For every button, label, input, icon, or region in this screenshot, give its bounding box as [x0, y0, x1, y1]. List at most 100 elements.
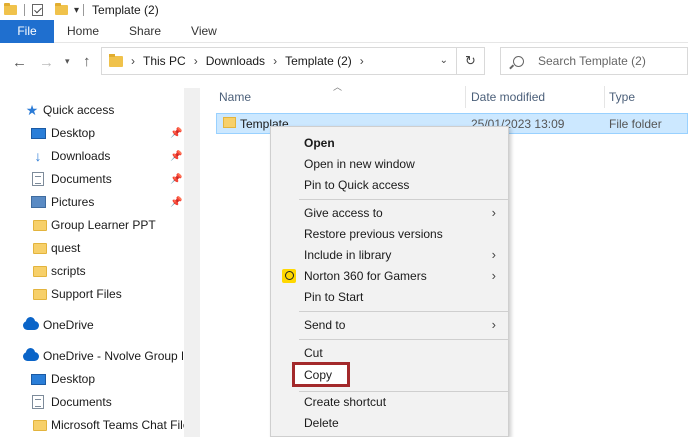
- column-divider[interactable]: [604, 86, 605, 108]
- column-header-date[interactable]: Date modified: [471, 90, 545, 104]
- nav-item-quest[interactable]: quest: [33, 238, 80, 258]
- search-input[interactable]: Search Template (2): [500, 47, 688, 75]
- nav-item-support-files[interactable]: Support Files: [33, 284, 122, 304]
- nav-item-pictures[interactable]: Pictures: [31, 192, 94, 212]
- menu-separator: [299, 339, 508, 340]
- context-menu: Open Open in new window Pin to Quick acc…: [270, 126, 509, 437]
- cloud-icon: [23, 347, 39, 361]
- folder-icon: [33, 242, 47, 254]
- breadcrumb-downloads[interactable]: Downloads: [206, 54, 265, 68]
- navigation-scrollbar[interactable]: [184, 88, 200, 437]
- search-placeholder: Search Template (2): [538, 54, 646, 68]
- menu-separator: [299, 311, 508, 312]
- menu-item-cut[interactable]: Cut: [271, 342, 508, 363]
- pin-icon[interactable]: 📌: [170, 128, 182, 139]
- menu-item-label: Delete: [304, 415, 339, 430]
- menu-item-create-shortcut[interactable]: Create shortcut: [271, 391, 508, 412]
- nav-item-quick-access[interactable]: ★ Quick access: [25, 100, 115, 120]
- back-arrow-icon[interactable]: ←: [12, 54, 27, 71]
- menu-item-label: Copy: [304, 367, 333, 382]
- nav-item-label: scripts: [51, 264, 86, 278]
- breadcrumb-template[interactable]: Template (2): [285, 54, 352, 68]
- nav-item-group-learner-ppt[interactable]: Group Learner PPT: [33, 215, 156, 235]
- nav-item-label: Downloads: [51, 149, 111, 163]
- folder-icon: [109, 53, 123, 67]
- column-header-type[interactable]: Type: [609, 90, 635, 104]
- menu-item-label: Restore previous versions: [304, 226, 443, 241]
- properties-icon[interactable]: [32, 4, 43, 16]
- menu-item-delete[interactable]: Delete: [271, 412, 508, 433]
- menu-item-include-library[interactable]: Include in library ›: [271, 244, 508, 265]
- forward-arrow-icon[interactable]: →: [39, 54, 54, 71]
- chevron-right-icon[interactable]: ›: [360, 54, 364, 68]
- menu-item-label: Include in library: [304, 247, 392, 262]
- up-arrow-icon[interactable]: ↑: [83, 53, 91, 70]
- nav-item-onedrive[interactable]: OneDrive: [23, 315, 94, 335]
- pin-icon[interactable]: 📌: [170, 197, 182, 208]
- chevron-right-icon: ›: [491, 205, 496, 220]
- chevron-right-icon[interactable]: ›: [131, 54, 135, 68]
- nav-item-desktop-onedrive[interactable]: Desktop: [31, 369, 95, 389]
- menu-item-restore-versions[interactable]: Restore previous versions: [271, 223, 508, 244]
- menu-item-open-new-window[interactable]: Open in new window: [271, 153, 508, 174]
- tab-home[interactable]: Home: [54, 24, 114, 38]
- menu-item-label: Cut: [304, 345, 323, 360]
- refresh-button[interactable]: ↻: [457, 47, 485, 75]
- pin-icon[interactable]: 📌: [170, 151, 182, 162]
- nav-item-scripts[interactable]: scripts: [33, 261, 86, 281]
- new-folder-icon[interactable]: [55, 3, 68, 15]
- menu-item-send-to[interactable]: Send to ›: [271, 314, 508, 335]
- menu-item-label: Send to: [304, 317, 346, 332]
- download-icon: ↓: [34, 148, 42, 164]
- menu-item-label: Open in new window: [304, 156, 415, 171]
- tab-share[interactable]: Share: [114, 24, 176, 38]
- customize-toolbar-icon[interactable]: ▾: [74, 5, 79, 16]
- nav-item-documents[interactable]: Documents: [32, 169, 112, 189]
- window-title: Template (2): [92, 3, 159, 17]
- chevron-right-icon: ›: [491, 247, 496, 262]
- document-icon: [32, 172, 44, 186]
- menu-item-pin-quick-access[interactable]: Pin to Quick access: [271, 174, 508, 195]
- folder-icon: [33, 265, 47, 277]
- search-icon: [513, 55, 524, 67]
- folder-icon: [33, 419, 47, 431]
- column-header-name[interactable]: Name: [219, 90, 251, 104]
- nav-item-label: OneDrive: [43, 318, 94, 332]
- star-icon: ★: [25, 101, 39, 118]
- nav-item-label: Support Files: [51, 287, 122, 301]
- nav-item-label: quest: [51, 241, 81, 255]
- column-divider[interactable]: [465, 86, 466, 108]
- pictures-icon: [31, 196, 46, 208]
- cloud-icon: [23, 316, 39, 330]
- nav-item-onedrive-nvolve[interactable]: OneDrive - Nvolve Group Li: [23, 346, 183, 366]
- menu-item-give-access[interactable]: Give access to ›: [271, 202, 508, 223]
- menu-separator: [299, 199, 508, 200]
- menu-item-pin-start[interactable]: Pin to Start: [271, 286, 508, 307]
- nav-item-documents-onedrive[interactable]: Documents: [32, 392, 112, 412]
- chevron-right-icon: ›: [491, 317, 496, 332]
- menu-item-label: Create shortcut: [304, 394, 387, 409]
- menu-item-label: Open: [304, 135, 335, 150]
- separator: [24, 4, 25, 16]
- title-bar: ▾ Template (2): [0, 0, 688, 20]
- menu-item-label: Give access to: [304, 205, 383, 220]
- breadcrumb-this-pc[interactable]: This PC: [143, 54, 186, 68]
- nav-item-desktop[interactable]: Desktop: [31, 123, 95, 143]
- pin-icon[interactable]: 📌: [170, 174, 182, 185]
- chevron-down-icon[interactable]: ⌄: [440, 55, 448, 66]
- nav-item-label: Documents: [51, 395, 112, 409]
- menu-item-norton[interactable]: Norton 360 for Gamers ›: [271, 265, 508, 286]
- nav-item-teams-chat-files[interactable]: Microsoft Teams Chat File: [33, 415, 184, 435]
- nav-item-downloads[interactable]: ↓ Downloads: [31, 146, 111, 166]
- chevron-right-icon[interactable]: ›: [273, 54, 277, 68]
- menu-item-copy[interactable]: Copy: [271, 364, 508, 385]
- menu-item-open[interactable]: Open: [271, 132, 508, 153]
- nav-item-label: Desktop: [51, 372, 96, 386]
- tab-file[interactable]: File: [0, 19, 54, 43]
- recent-locations-icon[interactable]: ▾: [65, 56, 70, 67]
- desktop-icon: [31, 373, 46, 385]
- address-bar[interactable]: › This PC › Downloads › Template (2) › ⌄: [101, 47, 457, 75]
- tab-view[interactable]: View: [176, 24, 232, 38]
- chevron-right-icon: ›: [491, 268, 496, 283]
- chevron-right-icon[interactable]: ›: [194, 54, 198, 68]
